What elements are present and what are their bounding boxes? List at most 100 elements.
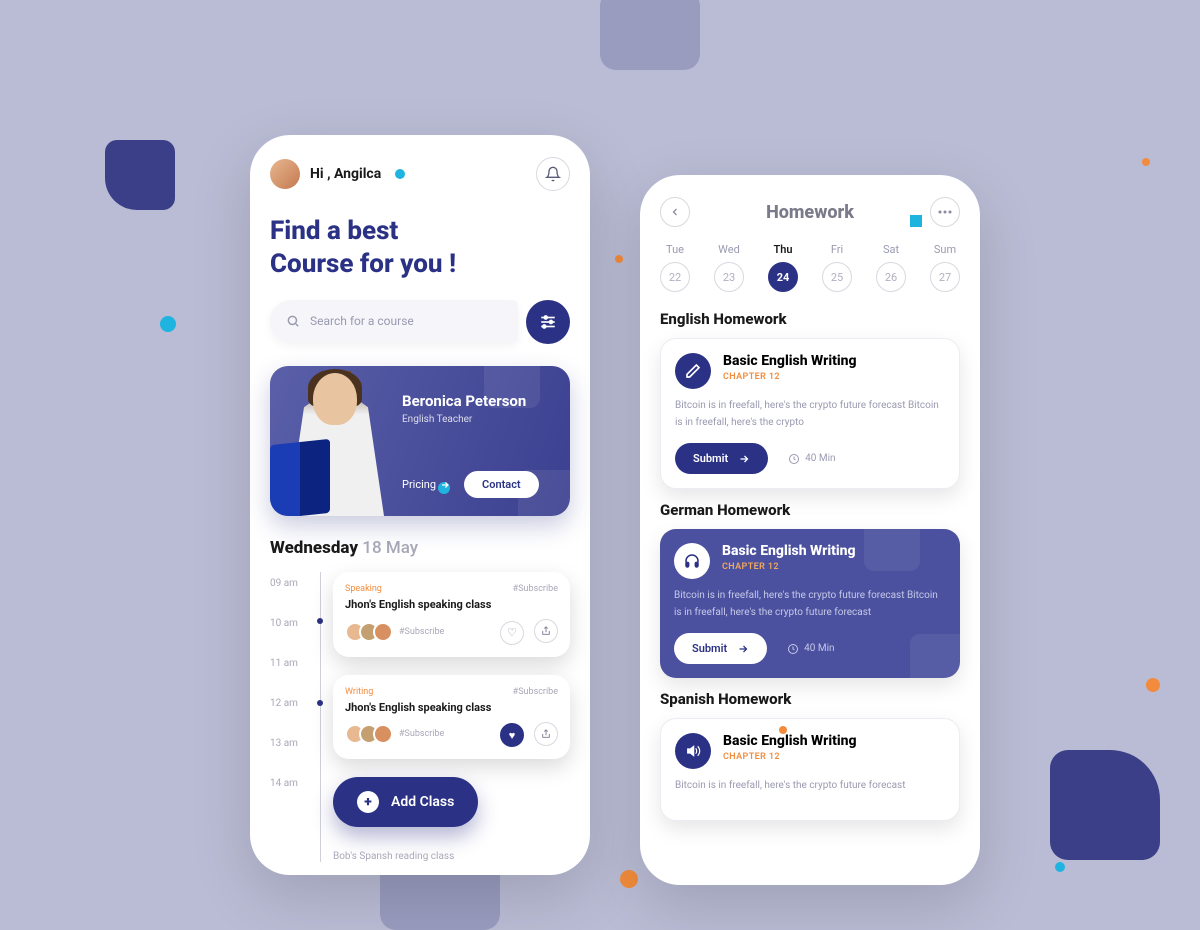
day-number[interactable]: 27 <box>930 262 960 292</box>
class-tag: Writing <box>345 687 373 697</box>
class-subscribe: #Subscribe <box>513 584 558 594</box>
hour-label: 13 am <box>270 738 308 758</box>
submit-label: Submit <box>693 452 728 465</box>
day-column[interactable]: Thu 24 <box>768 243 798 292</box>
share-icon <box>541 626 551 636</box>
page-headline: Find a best Course for you ! <box>270 215 570 280</box>
time-info: 40 Min <box>787 643 834 655</box>
decorative-dot <box>910 215 922 227</box>
day-column[interactable]: Tue 22 <box>660 243 690 292</box>
add-class-label: Add Class <box>391 794 454 810</box>
day-name: Wednesday <box>270 538 358 558</box>
decorative-shape <box>1050 750 1160 860</box>
search-placeholder: Search for a course <box>310 314 414 328</box>
back-button[interactable] <box>660 197 690 227</box>
notifications-button[interactable] <box>536 157 570 191</box>
day-number[interactable]: 24 <box>768 262 798 292</box>
timeline-hours: 09 am 10 am 11 am 12 am 13 am 14 am <box>270 572 308 862</box>
decorative-shape <box>600 0 700 70</box>
class-title: Jhon's English speaking class <box>345 598 558 611</box>
decorative-shape <box>105 140 175 210</box>
greeting-block: Hi , Angilca <box>270 159 405 189</box>
pricing-link[interactable]: Pricing <box>402 478 450 491</box>
hour-label: 10 am <box>270 618 308 638</box>
search-input[interactable]: Search for a course <box>270 300 518 342</box>
filter-button[interactable] <box>526 300 570 344</box>
arrow-right-icon <box>738 453 750 465</box>
day-label: Sum <box>934 243 956 256</box>
section-title: German Homework <box>660 501 960 519</box>
home-screen: Hi , Angilca Find a best Course for you … <box>250 135 590 875</box>
homework-card[interactable]: Basic English Writing CHAPTER 12 Bitcoin… <box>660 718 960 821</box>
bell-icon <box>545 166 561 182</box>
share-button[interactable] <box>534 619 558 643</box>
day-label: Thu <box>773 243 792 256</box>
section-title: English Homework <box>660 310 960 328</box>
hour-label: 14 am <box>270 778 308 798</box>
day-label: Tue <box>666 243 684 256</box>
homework-card[interactable]: Basic English Writing CHAPTER 12 Bitcoin… <box>660 529 960 678</box>
like-button[interactable]: ♡ <box>500 621 524 645</box>
like-button[interactable]: ♥ <box>500 723 524 747</box>
avatar[interactable] <box>270 159 300 189</box>
clock-icon <box>787 643 799 655</box>
search-icon <box>286 314 300 328</box>
calendar-days: Tue 22 Wed 23 Thu 24 Fri25 Sat 26 Sum 27 <box>660 243 960 292</box>
decorative-dot <box>1055 862 1065 872</box>
homework-card[interactable]: Basic English Writing CHAPTER 12 Bitcoin… <box>660 338 960 489</box>
day-number[interactable]: 26 <box>876 262 906 292</box>
hour-label: 12 am <box>270 698 308 718</box>
class-tag: Speaking <box>345 584 382 594</box>
time-label: 40 Min <box>805 453 835 464</box>
pencil-icon <box>675 353 711 389</box>
submit-button[interactable]: Submit <box>675 443 768 474</box>
day-label: Sat <box>883 243 899 256</box>
decorative-dot <box>1142 158 1150 166</box>
teacher-name: Beronica Peterson <box>402 392 526 410</box>
day-label: Wed <box>718 243 740 256</box>
day-column[interactable]: Sum 27 <box>930 243 960 292</box>
day-number[interactable]: 22 <box>660 262 690 292</box>
decorative-dot <box>160 316 176 332</box>
day-number[interactable]: 25 <box>822 262 852 292</box>
day-number[interactable]: 23 <box>714 262 744 292</box>
submit-label: Submit <box>692 642 727 655</box>
teacher-card[interactable]: Beronica Peterson English Teacher Pricin… <box>270 366 570 516</box>
submit-button[interactable]: Submit <box>674 633 767 664</box>
arrow-right-icon <box>737 643 749 655</box>
share-icon <box>541 729 551 739</box>
homework-description: Bitcoin is in freefall, here's the crypt… <box>674 587 946 621</box>
class-subscribe: #Subscribe <box>513 687 558 697</box>
teacher-photo <box>270 371 390 516</box>
hour-label: 11 am <box>270 658 308 678</box>
pricing-label: Pricing <box>402 478 436 491</box>
plus-icon: + <box>357 791 379 813</box>
timeline-events: Speaking #Subscribe Jhon's English speak… <box>333 572 570 862</box>
headphones-icon <box>674 543 710 579</box>
day-column[interactable]: Sat 26 <box>876 243 906 292</box>
dots-icon <box>938 210 952 214</box>
day-column[interactable]: Wed 23 <box>714 243 744 292</box>
class-card[interactable]: Writing #Subscribe Jhon's English speaki… <box>333 675 570 760</box>
hour-label: 09 am <box>270 578 308 598</box>
homework-chapter: CHAPTER 12 <box>723 752 857 762</box>
time-info: 40 Min <box>788 453 835 465</box>
homework-description: Bitcoin is in freefall, here's the crypt… <box>675 397 945 431</box>
class-card[interactable]: Speaking #Subscribe Jhon's English speak… <box>333 572 570 657</box>
arrow-right-icon <box>440 480 450 490</box>
attendee-avatars <box>345 622 393 642</box>
homework-title: Basic English Writing <box>723 353 857 369</box>
day-column[interactable]: Fri25 <box>822 243 852 292</box>
sliders-icon <box>539 313 557 331</box>
homework-screen: Homework Tue 22 Wed 23 Thu 24 Fri25 Sat 26 S… <box>640 175 980 885</box>
page-title: Homework <box>766 202 854 223</box>
homework-description: Bitcoin is in freefall, here's the crypt… <box>675 777 945 794</box>
more-button[interactable] <box>930 197 960 227</box>
add-class-button[interactable]: + Add Class <box>333 777 478 827</box>
contact-button[interactable]: Contact <box>464 471 539 498</box>
search-row: Search for a course <box>270 300 570 344</box>
share-button[interactable] <box>534 722 558 746</box>
status-dot <box>395 169 405 179</box>
day-heading: Wednesday 18 May <box>270 538 570 558</box>
homework-title: Basic English Writing <box>723 733 857 749</box>
